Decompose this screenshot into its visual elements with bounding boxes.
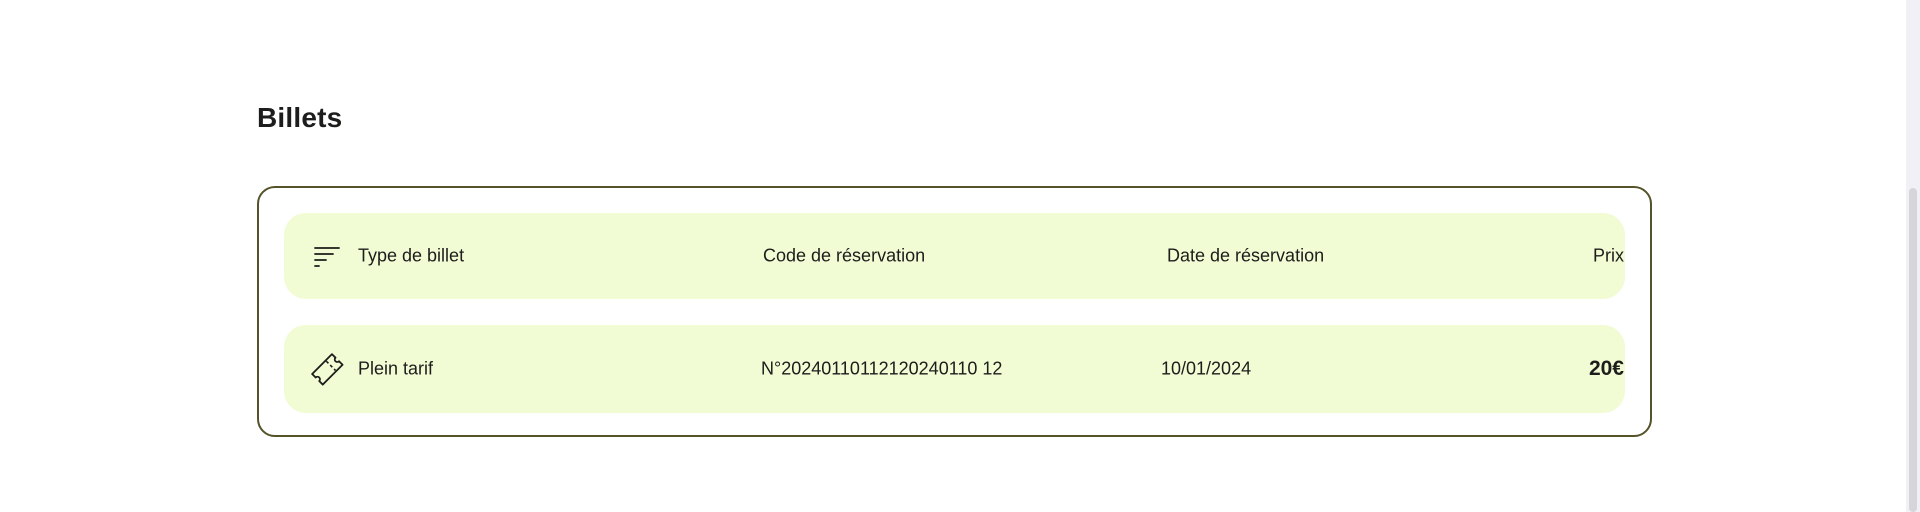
section-title: Billets — [257, 102, 343, 133]
scrollbar[interactable] — [1906, 0, 1920, 512]
ticket-icon — [308, 350, 346, 388]
scrollbar-thumb[interactable] — [1909, 188, 1917, 512]
sort-icon[interactable] — [312, 241, 342, 271]
row-date: 10/01/2024 — [1161, 358, 1252, 379]
row-price-cell: 20€ — [1424, 357, 1624, 381]
header-date: Date de réservation — [1167, 245, 1325, 266]
table-header-row: Type de billet Code de réservation Date … — [284, 213, 1625, 299]
header-type: Type de billet — [358, 245, 465, 266]
tickets-table: Type de billet Code de réservation Date … — [257, 186, 1652, 437]
table-row: Plein tarif N°20240110112120240110 12 10… — [284, 325, 1625, 413]
header-price: Prix — [1593, 245, 1624, 266]
row-price: 20€ — [1588, 357, 1624, 380]
row-type: Plein tarif — [358, 358, 434, 379]
page: Billets Type de billet Code de réservati… — [0, 0, 1920, 512]
header-code: Code de réservation — [763, 245, 926, 266]
row-code: N°20240110112120240110 12 — [761, 358, 1003, 379]
